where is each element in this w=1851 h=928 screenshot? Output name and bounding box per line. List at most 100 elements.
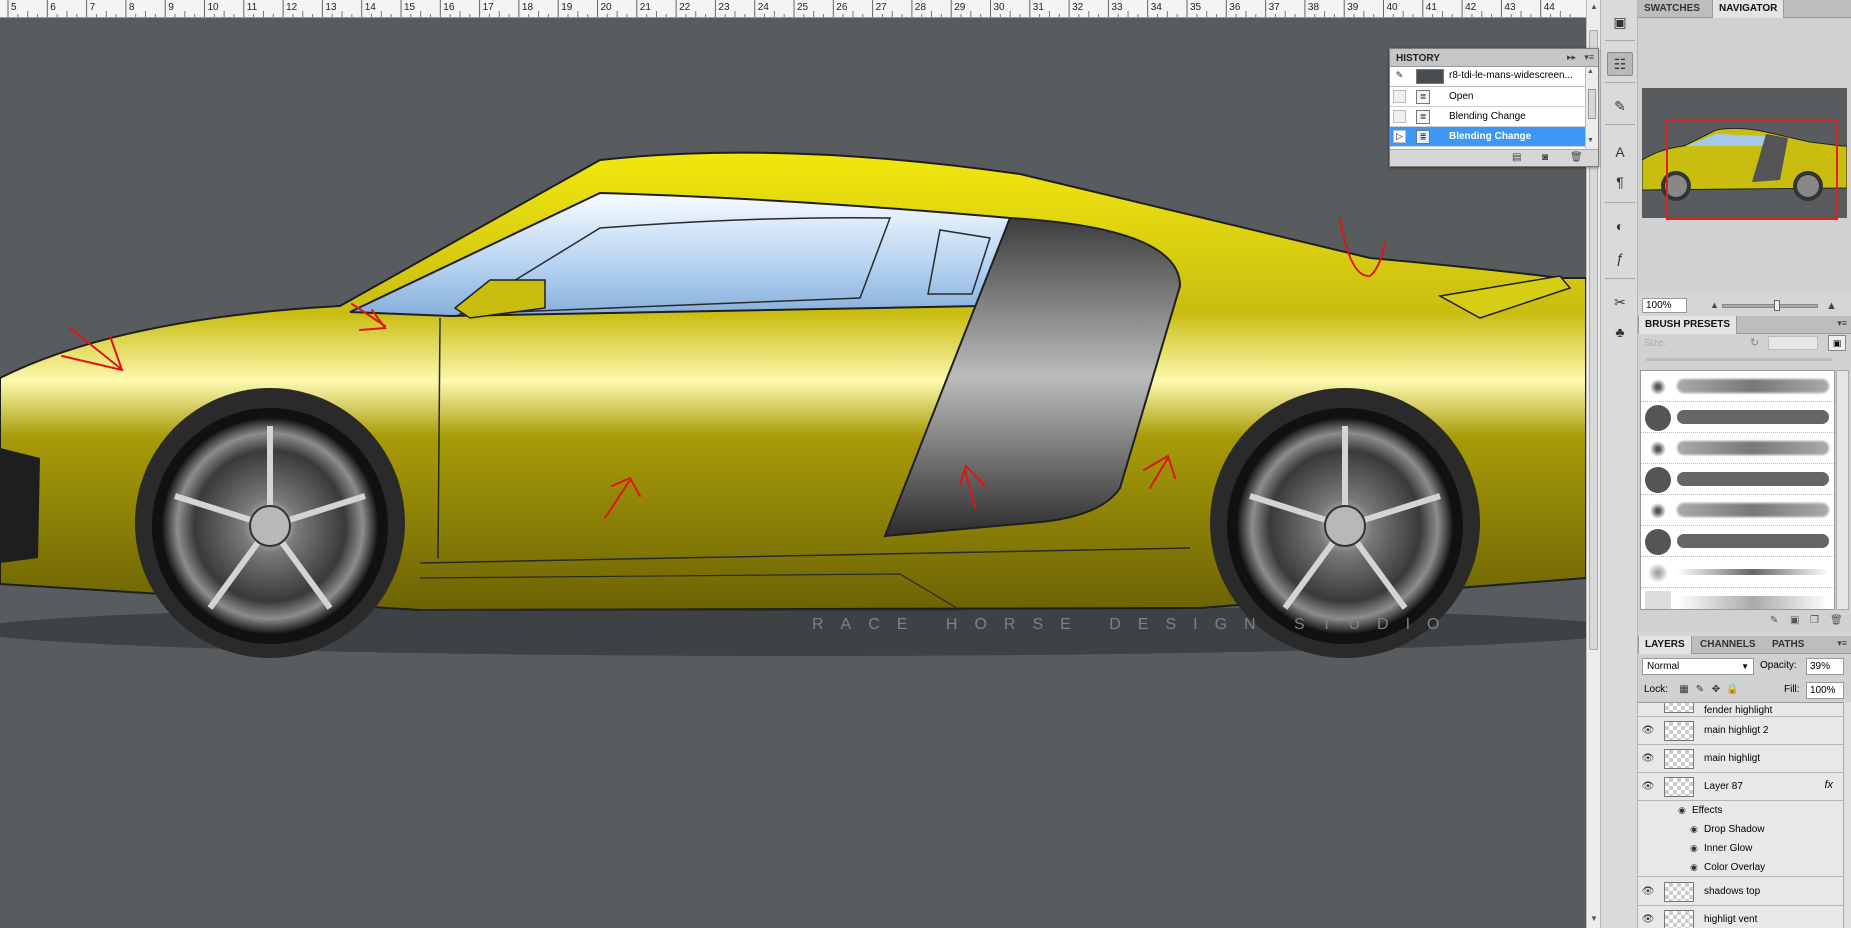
brush-options-icon[interactable]: ▣ xyxy=(1790,615,1799,626)
panel-menu-icon[interactable]: ▾≡ xyxy=(1837,318,1847,329)
history-step-icon: ≣ xyxy=(1416,110,1430,124)
ruler-label: 13 xyxy=(325,2,337,13)
new-snapshot-icon[interactable]: ◙ xyxy=(1542,152,1548,163)
history-scrollbar[interactable]: ▲ ▼ xyxy=(1585,67,1598,149)
tab-brush-presets[interactable]: BRUSH PRESETS xyxy=(1638,316,1738,334)
lock-pixels-icon[interactable]: ✎ xyxy=(1694,684,1706,696)
eye-icon[interactable]: 👁 xyxy=(1641,781,1655,793)
brush-preset-list[interactable] xyxy=(1640,370,1835,610)
lock-all-icon[interactable]: 🔒 xyxy=(1726,684,1738,696)
scroll-up-icon[interactable]: ▲ xyxy=(1589,2,1599,12)
ruler-label: 14 xyxy=(365,2,377,13)
layer-row[interactable]: 👁 highligt vent xyxy=(1638,906,1843,928)
history-snapshot[interactable]: ✎ r8-tdi-le-mans-widescreen... xyxy=(1390,67,1585,87)
tab-paths[interactable]: PATHS xyxy=(1766,636,1810,654)
mini-bridge-icon[interactable]: ▣ xyxy=(1607,10,1633,34)
character-icon[interactable]: A xyxy=(1607,140,1633,164)
brush-icon[interactable]: ✎ xyxy=(1607,94,1633,118)
history-menu-icon[interactable]: ▾≡ xyxy=(1584,52,1594,63)
tools-icon[interactable]: ✂ xyxy=(1607,290,1633,314)
effect-row[interactable]: ◉ Drop Shadow xyxy=(1638,820,1843,839)
brush-panel-icon[interactable]: ▣ xyxy=(1828,335,1846,351)
navigator-view-box[interactable] xyxy=(1666,120,1838,220)
history-brush-source[interactable] xyxy=(1393,90,1406,103)
clone-stamp-icon[interactable]: ♣ xyxy=(1607,320,1633,344)
reset-icon[interactable]: ↻ xyxy=(1750,336,1759,349)
scroll-down-icon[interactable]: ▼ xyxy=(1589,914,1599,924)
zoom-slider-thumb[interactable] xyxy=(1774,300,1780,311)
brush-size-field[interactable] xyxy=(1768,336,1818,350)
effects-group-row[interactable]: ◉ Effects xyxy=(1638,801,1843,820)
brush-list-scrollbar[interactable] xyxy=(1836,370,1849,610)
effect-row[interactable]: ◉ Inner Glow xyxy=(1638,839,1843,858)
tab-channels[interactable]: CHANNELS xyxy=(1694,636,1762,654)
history-item-selected[interactable]: ▷ ≣ Blending Change xyxy=(1390,127,1585,147)
layer-row[interactable]: fender highlight xyxy=(1638,703,1843,717)
history-item[interactable]: ≣ Open xyxy=(1390,87,1585,107)
horizontal-ruler[interactable]: 5 6 7 8 9 10 11 12 13 14 15 16 17 18 19 20 21 22 23 24 25 26 2… xyxy=(0,0,1586,18)
navigator-preview[interactable] xyxy=(1641,88,1848,220)
tab-layers[interactable]: LAYERS xyxy=(1638,636,1692,654)
ruler-label: 34 xyxy=(1151,2,1163,13)
panel-icon-strip: ▣ ☷ ✎ A ¶ ◐ ƒ ✂ ♣ xyxy=(1600,0,1638,928)
layer-row[interactable]: 👁 main highligt 2 xyxy=(1638,717,1843,745)
new-document-from-state-icon[interactable]: ▤ xyxy=(1512,152,1521,163)
brush-preset-item[interactable] xyxy=(1641,371,1834,402)
lock-position-icon[interactable]: ✥ xyxy=(1710,684,1722,696)
zoom-in-icon[interactable]: ▲ xyxy=(1826,300,1837,312)
brush-preset-item[interactable] xyxy=(1641,526,1834,557)
eye-icon[interactable]: 👁 xyxy=(1641,914,1655,926)
eye-icon[interactable]: ◉ xyxy=(1690,862,1698,873)
paragraph-icon[interactable]: ¶ xyxy=(1607,170,1633,194)
layer-row[interactable]: 👁 shadows top xyxy=(1638,878,1843,906)
collapse-icon[interactable]: ▸▸ xyxy=(1567,52,1576,63)
swatch-palette-icon[interactable]: ◐ xyxy=(1607,214,1633,238)
eye-icon[interactable]: 👁 xyxy=(1641,886,1655,898)
styles-icon[interactable]: ƒ xyxy=(1607,246,1633,270)
history-brush-source-icon[interactable]: ✎ xyxy=(1393,70,1406,83)
effect-row[interactable]: ◉ Color Overlay xyxy=(1638,858,1843,877)
brush-preset-item[interactable] xyxy=(1641,464,1834,495)
delete-brush-icon[interactable]: 🗑 xyxy=(1830,615,1843,626)
layers-panel-menu-icon[interactable]: ▾≡ xyxy=(1837,638,1847,649)
scroll-down-icon[interactable]: ▼ xyxy=(1587,137,1594,144)
history-current-marker-icon[interactable]: ▷ xyxy=(1393,130,1406,143)
document-canvas[interactable]: RACE HORSE DESIGN STUDIO xyxy=(0,18,1586,928)
layer-row[interactable]: 👁 main highligt xyxy=(1638,745,1843,773)
navigator-zoom-field[interactable]: 100% xyxy=(1642,298,1687,313)
opacity-field[interactable]: 39% xyxy=(1806,658,1844,675)
eye-icon[interactable]: 👁 xyxy=(1641,725,1655,737)
new-brush-icon[interactable]: ❒ xyxy=(1810,615,1819,626)
delete-state-icon[interactable]: 🗑 xyxy=(1570,152,1583,163)
fx-icon[interactable]: fx xyxy=(1824,779,1833,791)
lock-transparency-icon[interactable]: ▦ xyxy=(1678,684,1690,696)
navigator-zoom-slider[interactable] xyxy=(1722,304,1818,308)
history-brush-source[interactable] xyxy=(1393,110,1406,123)
tab-navigator[interactable]: NAVIGATOR xyxy=(1712,0,1785,18)
brush-preset-item[interactable] xyxy=(1641,495,1834,526)
history-panel-header[interactable]: HISTORY ▸▸ ▾≡ xyxy=(1390,49,1598,67)
history-item[interactable]: ≣ Blending Change xyxy=(1390,107,1585,127)
brush-preset-item[interactable] xyxy=(1641,433,1834,464)
eye-icon[interactable]: 👁 xyxy=(1641,753,1655,765)
eye-icon[interactable]: ◉ xyxy=(1678,805,1686,816)
history-panel-icon[interactable]: ☷ xyxy=(1607,52,1633,76)
brush-preset-item[interactable] xyxy=(1641,588,1834,609)
history-scroll-thumb[interactable] xyxy=(1588,89,1596,119)
scroll-up-icon[interactable]: ▲ xyxy=(1587,68,1594,75)
effect-name: Drop Shadow xyxy=(1704,824,1765,835)
eye-icon[interactable]: ◉ xyxy=(1690,824,1698,835)
eye-icon[interactable]: ◉ xyxy=(1690,843,1698,854)
brush-preset-item[interactable] xyxy=(1641,402,1834,433)
toggle-brush-panel-icon[interactable]: ✎ xyxy=(1770,615,1778,626)
zoom-out-icon[interactable]: ▲ xyxy=(1710,300,1719,310)
tab-swatches[interactable]: SWATCHES xyxy=(1638,0,1706,18)
fill-field[interactable]: 100% xyxy=(1806,682,1844,699)
layer-thumbnail xyxy=(1664,703,1694,713)
blend-mode-select[interactable]: Normal ▼ xyxy=(1642,658,1754,675)
layers-scrollbar[interactable] xyxy=(1843,702,1851,928)
layer-row[interactable]: 👁 Layer 87 fx xyxy=(1638,773,1843,801)
brush-preset-item[interactable] xyxy=(1641,557,1834,588)
front-wheel xyxy=(152,408,388,644)
chevron-down-icon: ▼ xyxy=(1741,662,1749,671)
